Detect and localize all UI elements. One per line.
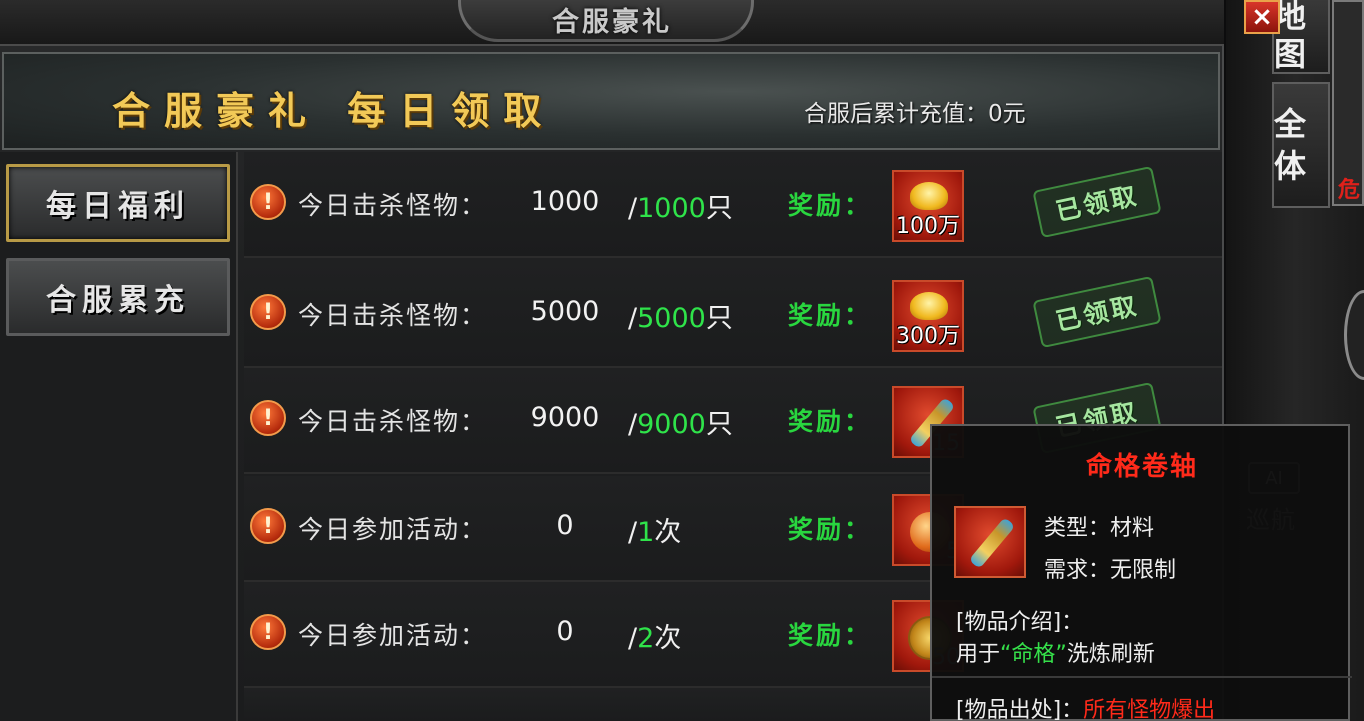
title-bar: 合服豪礼 bbox=[0, 0, 1224, 46]
task-current: 0 bbox=[556, 510, 574, 541]
task-label: 今日参加活动： bbox=[298, 621, 488, 650]
tooltip-item-icon bbox=[954, 506, 1026, 578]
scroll-icon bbox=[968, 517, 1016, 569]
task-required: /9000只 bbox=[628, 409, 733, 440]
task-required-num: 1000 bbox=[637, 193, 706, 224]
tooltip-intro-label: [物品介绍]： bbox=[956, 610, 1084, 635]
reward-label: 奖励： bbox=[788, 301, 873, 330]
tab-daily-welfare[interactable]: 每日福利 bbox=[6, 164, 230, 242]
tooltip-title: 命格卷轴 bbox=[1085, 452, 1198, 482]
gold-ingot-icon bbox=[910, 182, 948, 210]
tooltip-requirement: 需求：无限制 bbox=[1044, 552, 1176, 584]
reward-label: 奖励： bbox=[788, 515, 873, 544]
task-required-num: 5000 bbox=[637, 303, 706, 334]
tooltip-desc-highlight: “命格” bbox=[1000, 642, 1067, 667]
task-label: 今日参加活动： bbox=[298, 515, 488, 544]
recharge-value: 0元 bbox=[988, 101, 1026, 127]
reward-label: 奖励： bbox=[788, 407, 873, 436]
tooltip-description: 用于“命格”洗炼刷新 bbox=[956, 636, 1155, 668]
reward-item[interactable]: 300万 bbox=[892, 280, 964, 352]
task-required: /1次 bbox=[628, 517, 682, 548]
banner-title: 合服豪礼 每日领取 bbox=[112, 88, 556, 133]
tooltip-source-value: 所有怪物爆出 bbox=[1083, 698, 1216, 721]
alert-icon: ! bbox=[250, 184, 286, 220]
map-button-label: 地图 bbox=[1274, 0, 1307, 73]
task-unit: 只 bbox=[705, 193, 733, 224]
tooltip-type-label: 类型： bbox=[1044, 516, 1111, 541]
task-row: ! 今日击杀怪物： 5000 /5000只 奖励： 300万 已领取 bbox=[244, 262, 1222, 368]
task-required-num: 2 bbox=[637, 623, 655, 654]
tab-merge-recharge[interactable]: 合服累充 bbox=[6, 258, 230, 336]
tooltip-desc-suffix: 洗炼刷新 bbox=[1066, 642, 1155, 667]
task-required-num: 1 bbox=[637, 517, 655, 548]
tooltip-divider bbox=[932, 676, 1352, 678]
alert-icon: ! bbox=[250, 614, 286, 650]
all-channel-label: 全体 bbox=[1274, 105, 1307, 185]
task-unit: 只 bbox=[705, 303, 733, 334]
sidebar: 每日福利 合服累充 bbox=[0, 152, 238, 721]
close-button[interactable]: × bbox=[1244, 0, 1280, 34]
reward-count: 300万 bbox=[896, 324, 960, 349]
gold-ingot-icon bbox=[910, 292, 948, 320]
task-label: 今日击杀怪物： bbox=[298, 301, 488, 330]
tooltip-req-label: 需求： bbox=[1044, 558, 1111, 583]
task-row: ! 今日击杀怪物： 1000 /1000只 奖励： 100万 已领取 bbox=[244, 152, 1222, 258]
tooltip-type-value: 材料 bbox=[1110, 516, 1155, 541]
task-current: 0 bbox=[556, 616, 574, 647]
task-unit: 只 bbox=[705, 409, 733, 440]
reward-count: 100万 bbox=[896, 214, 960, 239]
task-label: 今日击杀怪物： bbox=[298, 407, 488, 436]
map-button[interactable]: 地图 bbox=[1272, 0, 1330, 74]
task-required: /2次 bbox=[628, 623, 682, 654]
recharge-label: 合服后累计充值： bbox=[804, 101, 988, 127]
reward-item[interactable]: 100万 bbox=[892, 170, 964, 242]
window-title: 合服豪礼 bbox=[552, 7, 672, 38]
claimed-stamp: 已领取 bbox=[1032, 165, 1162, 239]
task-unit: 次 bbox=[654, 517, 682, 548]
task-current: 1000 bbox=[530, 186, 600, 217]
task-current: 5000 bbox=[530, 296, 600, 327]
recharge-total: 合服后累计充值：0元 bbox=[804, 94, 1026, 128]
danger-indicator: 危 bbox=[1338, 178, 1361, 203]
tooltip-source-label: [物品出处]： bbox=[956, 698, 1084, 721]
tooltip-type: 类型：材料 bbox=[1044, 510, 1154, 542]
task-required-num: 9000 bbox=[637, 409, 706, 440]
task-required: /5000只 bbox=[628, 303, 733, 334]
tooltip-req-value: 无限制 bbox=[1110, 558, 1177, 583]
reward-label: 奖励： bbox=[788, 621, 873, 650]
event-banner: 合服豪礼 每日领取 合服后累计充值：0元 bbox=[2, 52, 1220, 150]
tooltip-source: [物品出处]：所有怪物爆出 bbox=[956, 692, 1215, 721]
reward-label: 奖励： bbox=[788, 191, 873, 220]
task-current: 9000 bbox=[530, 402, 600, 433]
alert-icon: ! bbox=[250, 508, 286, 544]
alert-icon: ! bbox=[250, 400, 286, 436]
claimed-stamp: 已领取 bbox=[1032, 275, 1162, 349]
tooltip-desc-prefix: 用于 bbox=[956, 642, 1001, 667]
item-tooltip: 命格卷轴 类型：材料 需求：无限制 [物品介绍]： 用于“命格”洗炼刷新 [物品… bbox=[930, 424, 1352, 721]
task-required: /1000只 bbox=[628, 193, 733, 224]
alert-icon: ! bbox=[250, 294, 286, 330]
all-channel-button[interactable]: 全体 bbox=[1272, 82, 1330, 208]
task-unit: 次 bbox=[654, 623, 682, 654]
task-label: 今日击杀怪物： bbox=[298, 191, 488, 220]
